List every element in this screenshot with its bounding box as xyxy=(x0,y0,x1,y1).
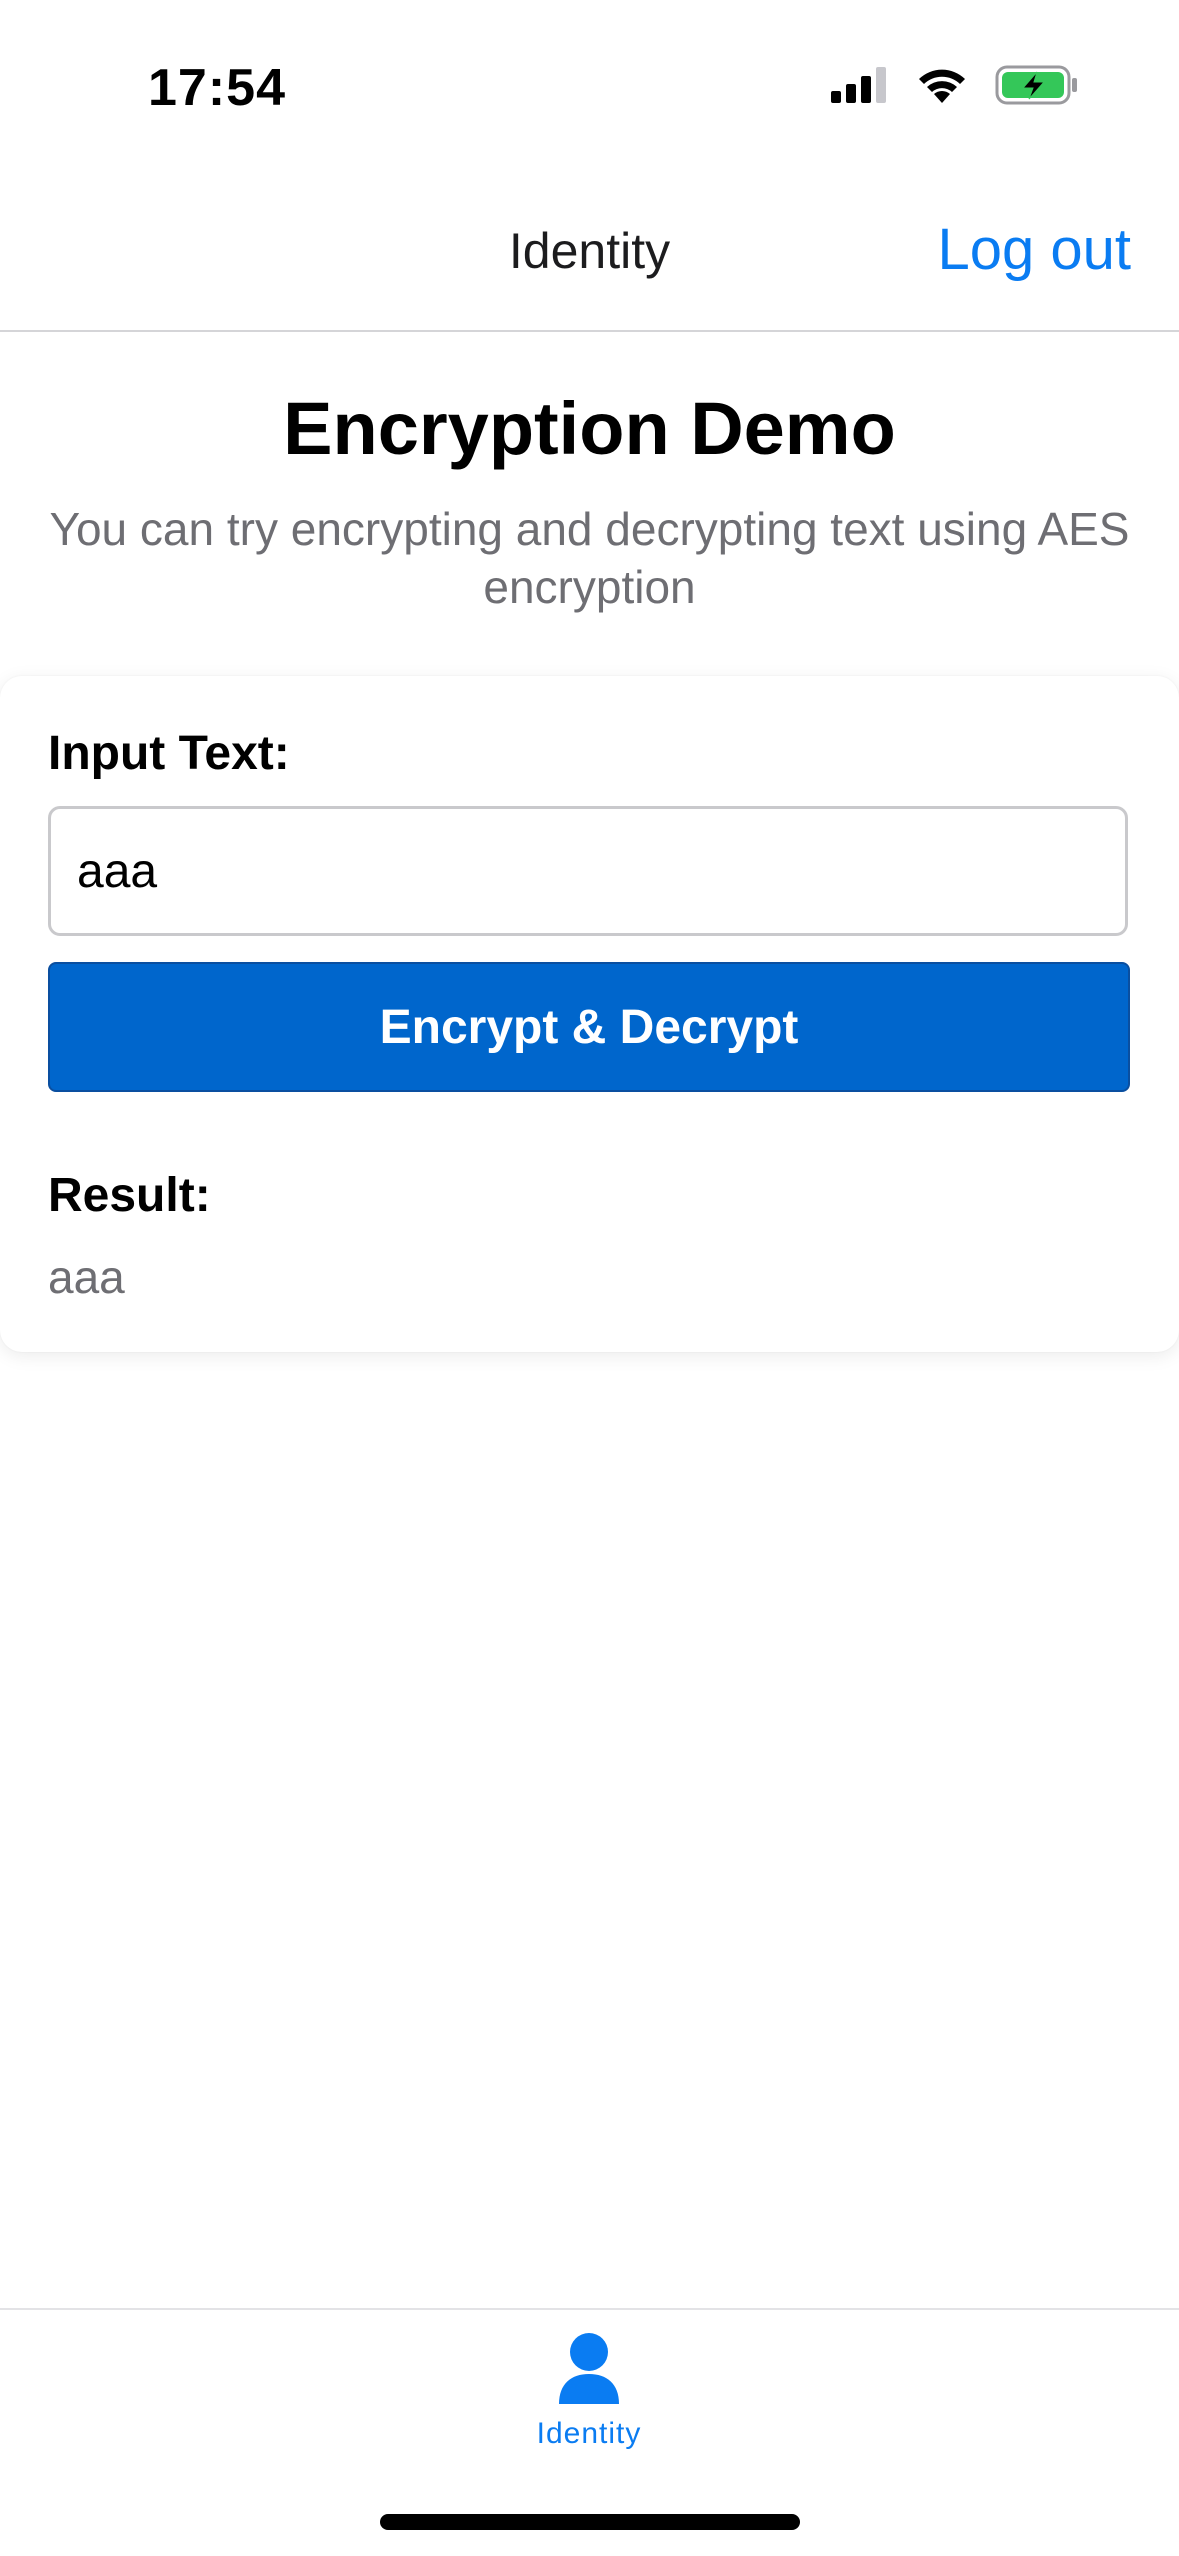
navigation-bar: Identity Log out xyxy=(0,170,1179,332)
home-indicator xyxy=(380,2514,800,2530)
tab-identity[interactable]: Identity xyxy=(489,2332,689,2472)
status-time: 17:54 xyxy=(148,59,286,117)
page-subtitle: You can try encrypting and decrypting te… xyxy=(49,503,1130,613)
person-icon xyxy=(557,2332,621,2411)
result-value: aaa xyxy=(48,1251,125,1303)
logout-button[interactable]: Log out xyxy=(937,216,1131,283)
cellular-signal-icon xyxy=(829,65,889,110)
tab-identity-label: Identity xyxy=(536,2417,642,2450)
encryption-card: Input Text: Encrypt & Decrypt Result: aa… xyxy=(0,676,1179,1352)
app-screen: 17:54 Identity Log out Encryption Demo Y… xyxy=(0,0,1179,2556)
input-text-field[interactable] xyxy=(48,806,1128,936)
battery-charging-icon xyxy=(995,64,1079,111)
wifi-icon xyxy=(915,65,969,110)
input-text-label: Input Text: xyxy=(48,727,290,780)
encrypt-decrypt-button[interactable]: Encrypt & Decrypt xyxy=(48,962,1130,1092)
page-title: Encryption Demo xyxy=(283,387,896,470)
status-bar: 17:54 xyxy=(0,0,1179,170)
result-label: Result: xyxy=(48,1169,211,1222)
status-icons xyxy=(829,64,1079,111)
